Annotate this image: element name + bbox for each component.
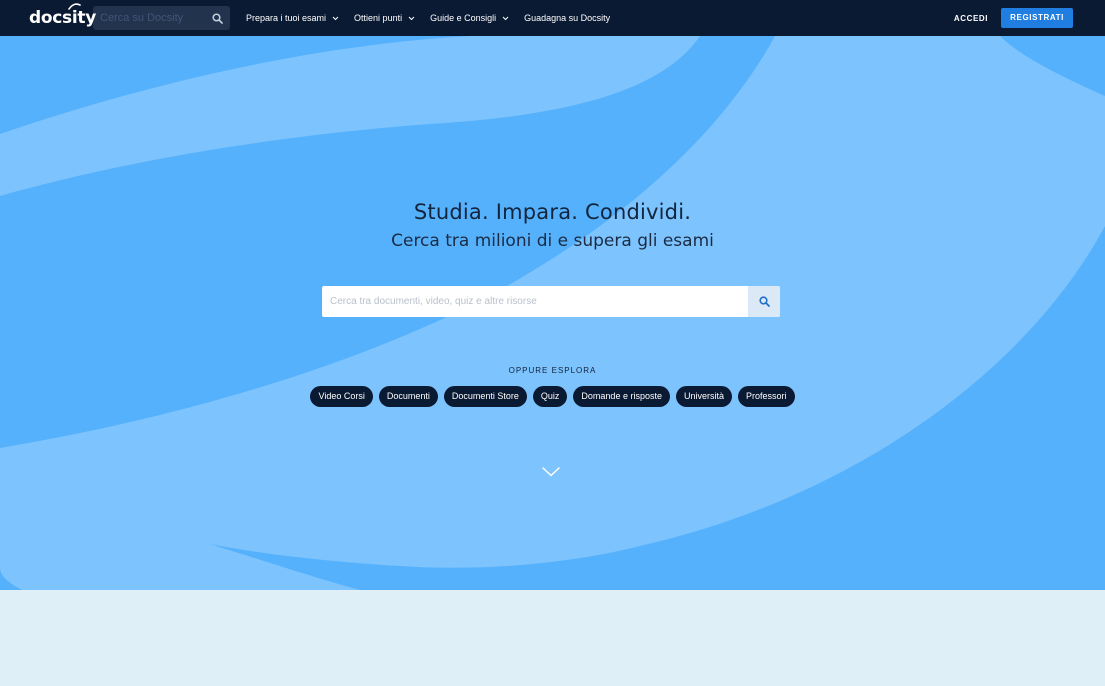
- chevron-down-icon: [332, 16, 339, 21]
- navbar-search-input[interactable]: [100, 12, 210, 24]
- chevron-down-icon: [502, 16, 509, 21]
- nav-item-label: Ottieni punti: [354, 13, 403, 23]
- nav-item-ottieni-punti[interactable]: Ottieni punti: [354, 13, 415, 23]
- hero-search-button[interactable]: [748, 286, 780, 317]
- nav-item-guide-consigli[interactable]: Guide e Consigli: [430, 13, 509, 23]
- logo-swoosh-icon: [68, 3, 81, 10]
- hero-section: Studia. Impara. Condividi. Cerca tra mil…: [0, 36, 1105, 590]
- docsity-logo[interactable]: docsity: [29, 3, 96, 28]
- chevron-down-icon[interactable]: [541, 466, 561, 478]
- page: docsity Prepara i tuoi esami: [0, 0, 1105, 686]
- nav-item-label: Guide e Consigli: [430, 13, 497, 23]
- navbar-search: [93, 6, 230, 30]
- nav-item-prepara-esami[interactable]: Prepara i tuoi esami: [246, 13, 339, 23]
- chip-video-corsi[interactable]: Video Corsi: [310, 386, 373, 407]
- explore-label: OPPURE ESPLORA: [508, 366, 597, 375]
- chip-domande-risposte[interactable]: Domande e risposte: [573, 386, 670, 407]
- chip-universita[interactable]: Università: [675, 386, 732, 407]
- chevron-down-icon: [408, 16, 415, 21]
- chip-quiz[interactable]: Quiz: [532, 386, 568, 407]
- nav-item-guadagna[interactable]: Guadagna su Docsity: [524, 13, 610, 23]
- top-navbar: docsity Prepara i tuoi esami: [0, 0, 1105, 36]
- chip-documenti[interactable]: Documenti: [378, 386, 438, 407]
- chip-professori[interactable]: Professori: [737, 386, 795, 407]
- register-button[interactable]: REGISTRATI: [1001, 8, 1073, 28]
- auth-actions: ACCEDI REGISTRATI: [954, 8, 1073, 28]
- logo-text: docsity: [29, 8, 96, 28]
- hero-title: Studia. Impara. Condividi.: [413, 200, 692, 224]
- search-icon[interactable]: [210, 11, 224, 25]
- hero-search-input[interactable]: [322, 286, 748, 317]
- login-button[interactable]: ACCEDI: [954, 14, 988, 23]
- chip-documenti-store[interactable]: Documenti Store: [443, 386, 527, 407]
- main-nav-menu: Prepara i tuoi esami Ottieni punti Guide…: [246, 13, 625, 23]
- search-icon: [758, 296, 770, 307]
- hero-search-bar: [322, 286, 780, 317]
- hero-subtitle: Cerca tra milioni di e supera gli esami: [391, 231, 714, 251]
- nav-item-label: Guadagna su Docsity: [524, 13, 611, 23]
- nav-item-label: Prepara i tuoi esami: [246, 13, 327, 23]
- hero-content: Studia. Impara. Condividi. Cerca tra mil…: [0, 36, 1105, 590]
- content-area: [0, 590, 1105, 686]
- explore-chips: Video Corsi Documenti Documenti Store Qu…: [0, 386, 1105, 407]
